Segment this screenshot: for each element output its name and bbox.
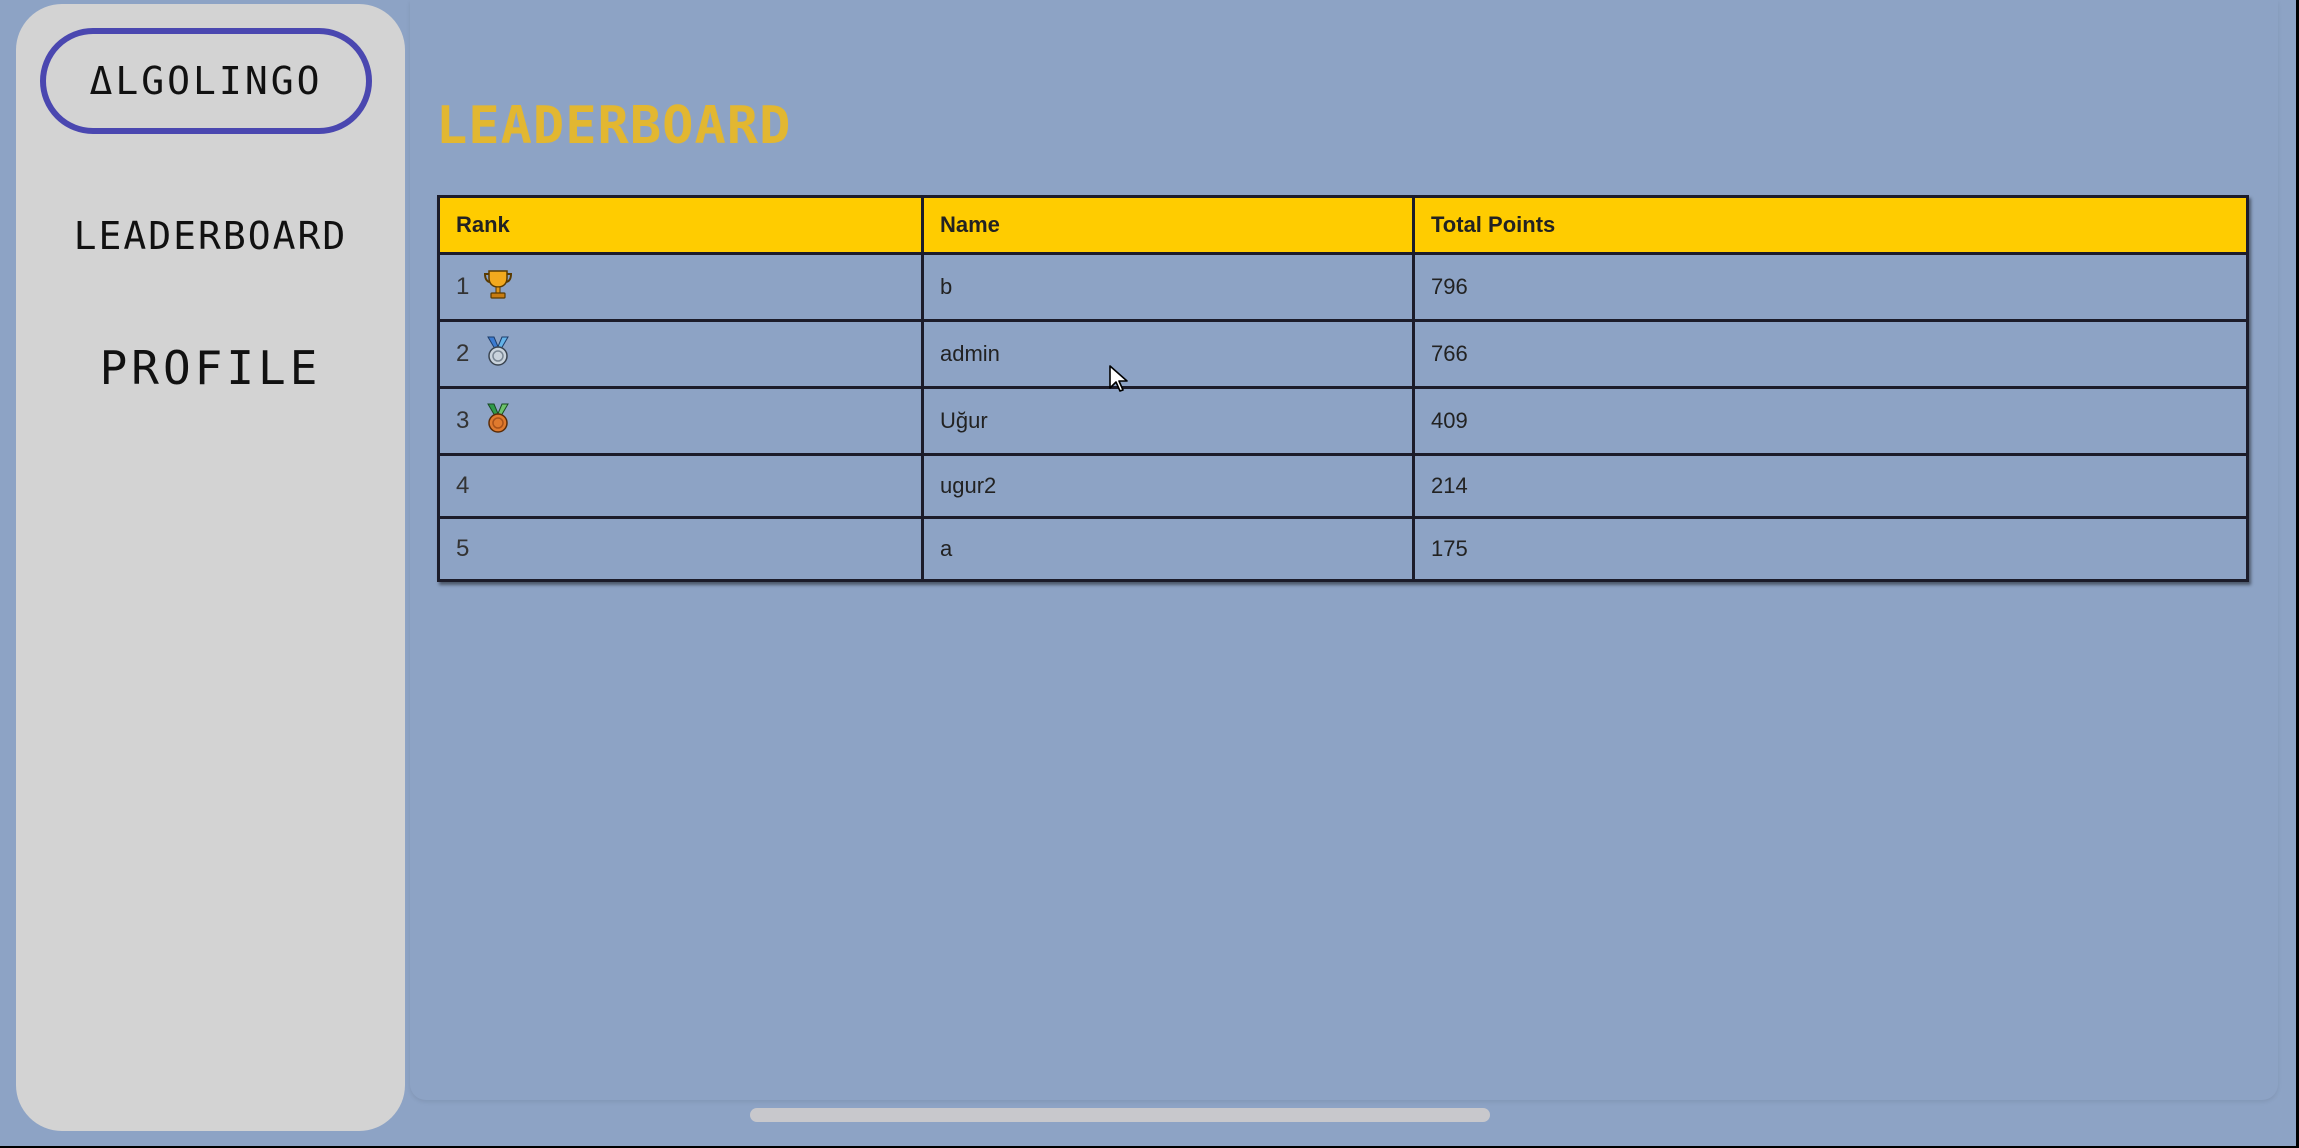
nav-profile-link[interactable]: PROFILE <box>16 341 405 395</box>
table-row: 1 b 796 <box>437 252 2249 322</box>
silver-medal-icon <box>483 335 513 373</box>
rank-cell: 1 <box>437 252 924 322</box>
rank-number: 1 <box>456 273 470 300</box>
rank-cell: 5 <box>437 516 924 582</box>
points-cell: 175 <box>1412 516 2249 582</box>
rank-number: 3 <box>456 407 470 434</box>
name-cell: b <box>921 252 1415 322</box>
nav-leaderboard-link[interactable]: LEADERBOARD <box>16 214 405 258</box>
rank-cell: 4 <box>437 453 924 519</box>
name-cell: ugur2 <box>921 453 1415 519</box>
trophy-icon <box>483 268 513 306</box>
rank-cell: 2 <box>437 319 924 389</box>
points-cell: 409 <box>1412 386 2249 456</box>
name-cell: Uğur <box>921 386 1415 456</box>
table-header-row: Rank Name Total Points <box>437 195 2249 255</box>
points-cell: 214 <box>1412 453 2249 519</box>
horizontal-scrollbar[interactable] <box>750 1108 1490 1122</box>
table-row: 5 a 175 <box>437 516 2249 582</box>
name-cell: a <box>921 516 1415 582</box>
name-cell: admin <box>921 319 1415 389</box>
app-viewport: ΔLGOLINGO LEADERBOARD PROFILE LEADERBOAR… <box>0 0 2296 1146</box>
rank-number: 5 <box>456 535 470 563</box>
header-total-points: Total Points <box>1412 195 2249 255</box>
leaderboard-table: Rank Name Total Points 1 b 796 2 admin 7… <box>437 195 2249 582</box>
table-row: 2 admin 766 <box>437 319 2249 389</box>
rank-cell: 3 <box>437 386 924 456</box>
table-row: 3 Uğur 409 <box>437 386 2249 456</box>
header-name: Name <box>921 195 1415 255</box>
mouse-cursor-icon <box>1108 364 1130 399</box>
header-rank: Rank <box>437 195 924 255</box>
brand-logo-button[interactable]: ΔLGOLINGO <box>40 28 372 134</box>
points-cell: 766 <box>1412 319 2249 389</box>
page-title: LEADERBOARD <box>436 96 792 156</box>
points-cell: 796 <box>1412 252 2249 322</box>
bronze-medal-icon <box>483 402 513 440</box>
table-row: 4 ugur2 214 <box>437 453 2249 519</box>
sidebar: ΔLGOLINGO LEADERBOARD PROFILE <box>16 4 405 1131</box>
rank-number: 4 <box>456 472 470 500</box>
rank-number: 2 <box>456 340 470 367</box>
